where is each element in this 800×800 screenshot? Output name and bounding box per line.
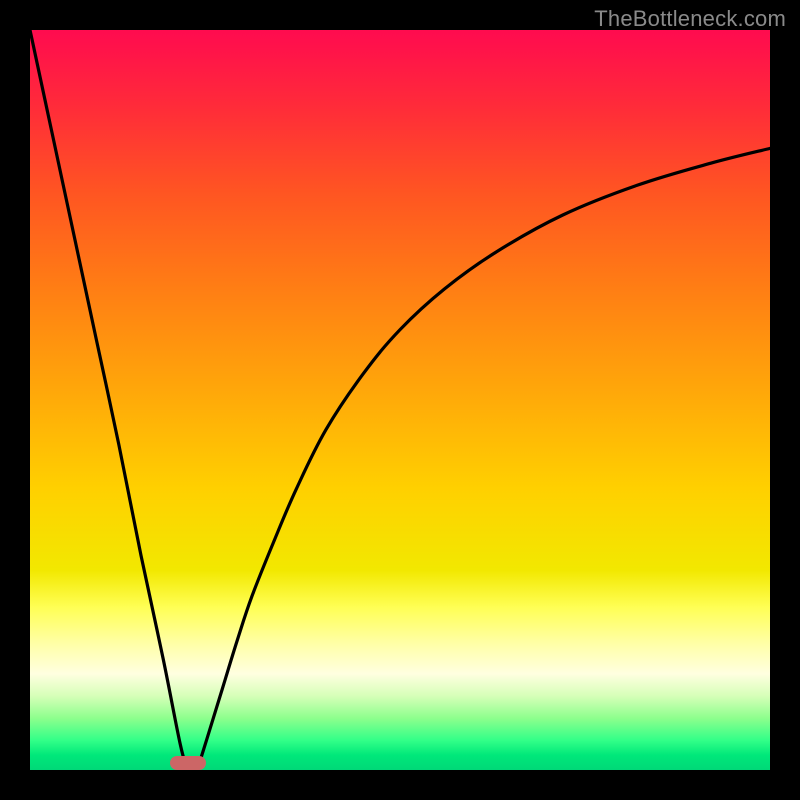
plot-area: [30, 30, 770, 770]
bottleneck-curve: [30, 30, 770, 770]
watermark-text: TheBottleneck.com: [594, 6, 786, 32]
minimum-marker: [170, 756, 206, 770]
chart-frame: TheBottleneck.com: [0, 0, 800, 800]
